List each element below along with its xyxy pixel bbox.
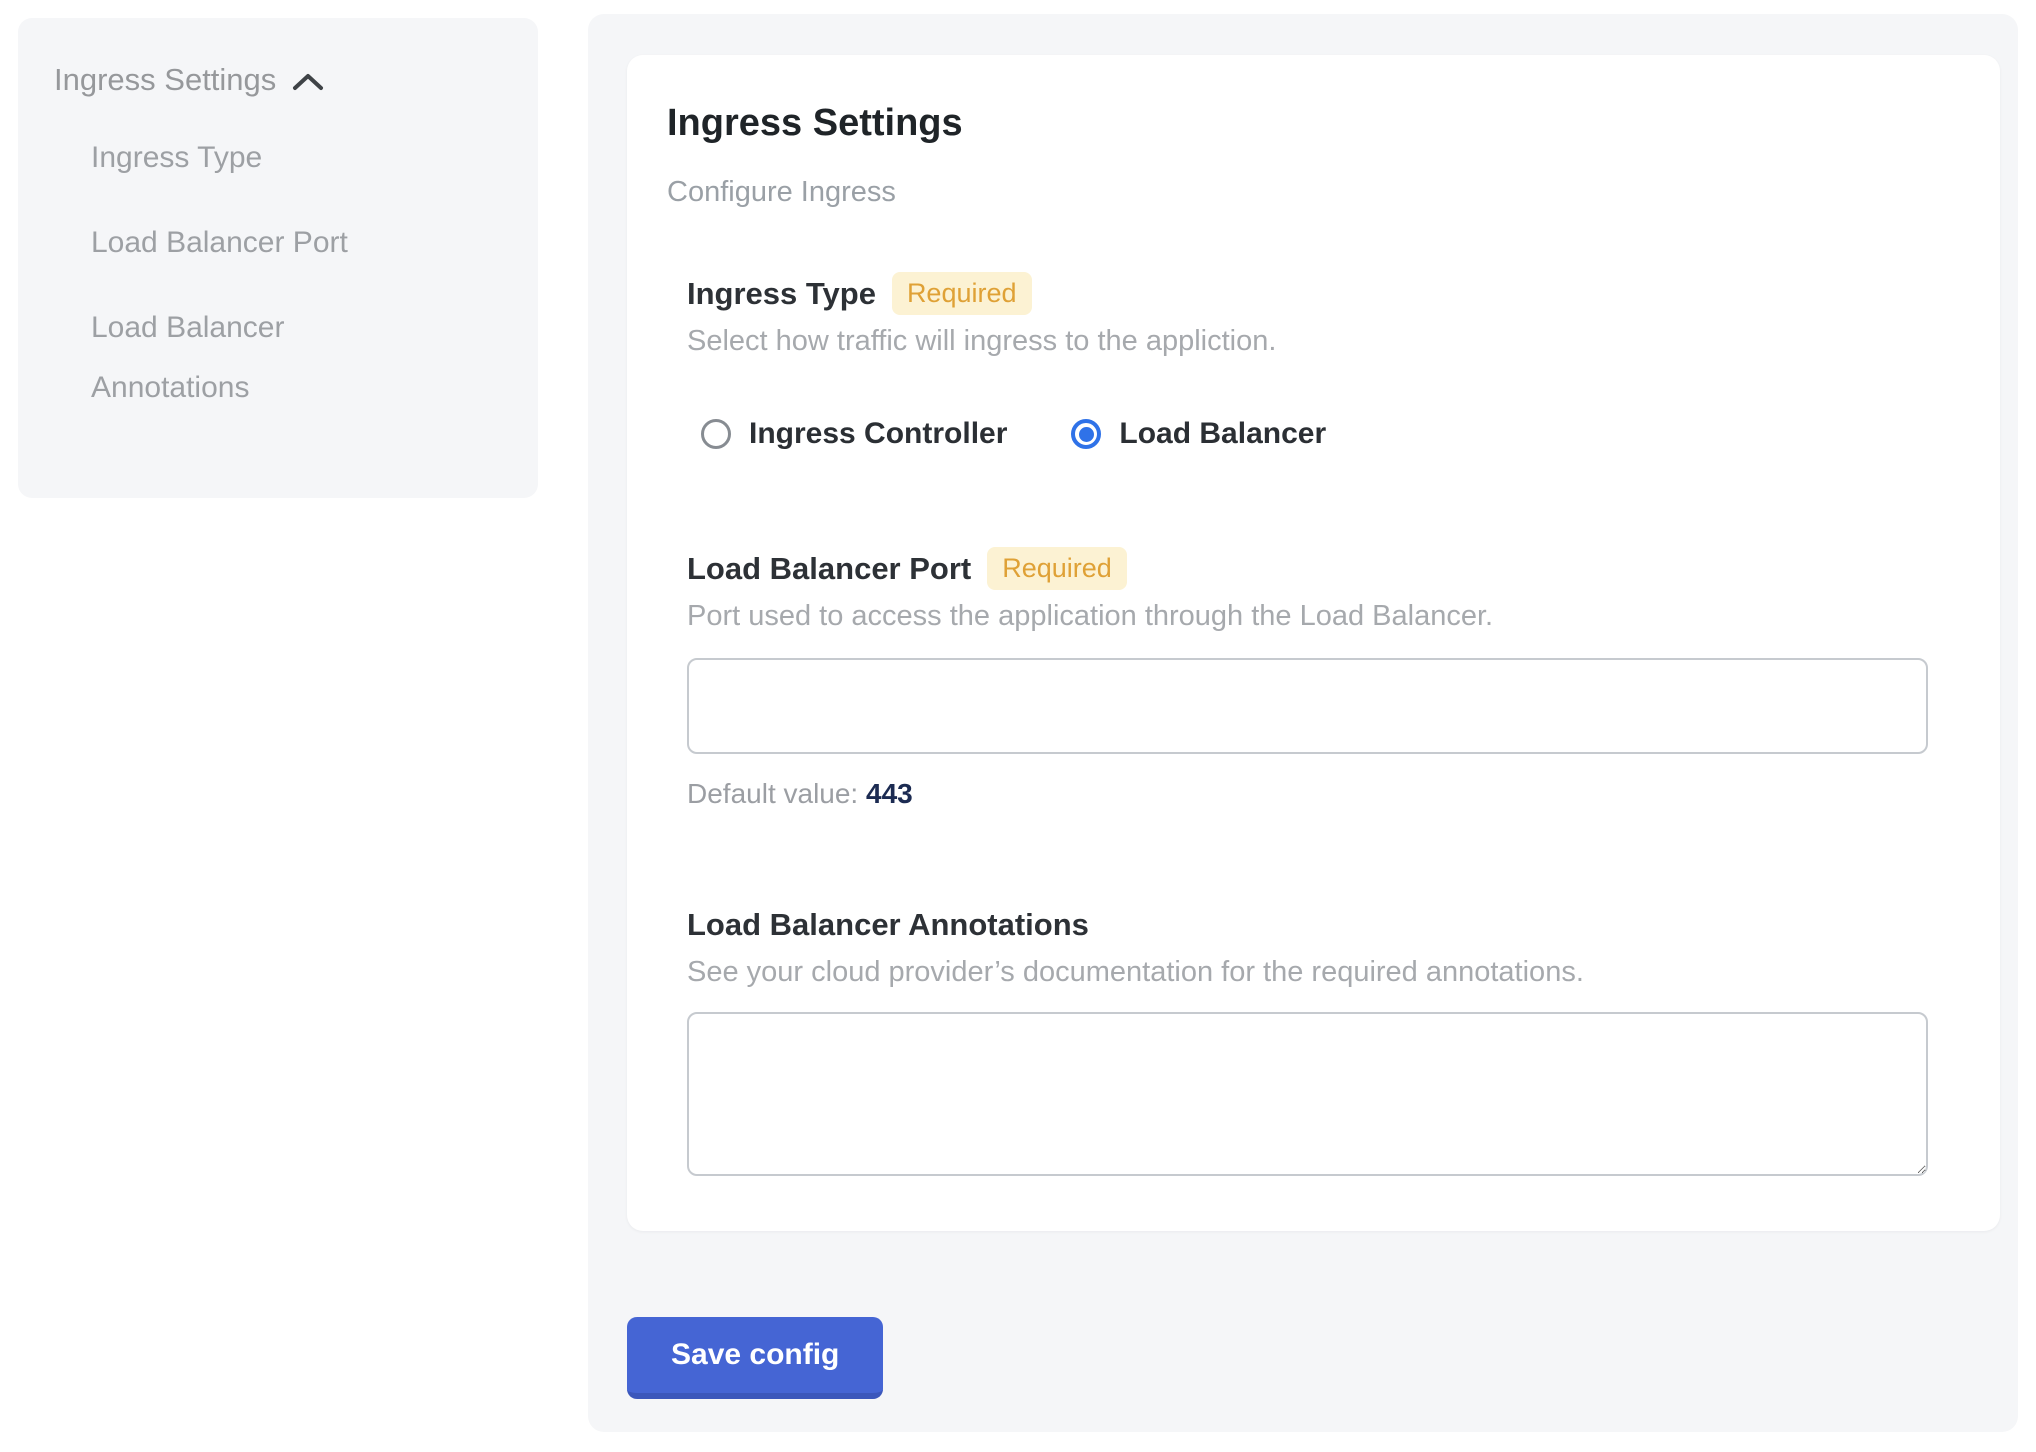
field-ingress-type: Ingress Type Required Select how traffic… bbox=[687, 272, 1960, 451]
field-head: Load Balancer Annotations bbox=[687, 904, 1960, 946]
load-balancer-annotations-textarea[interactable] bbox=[687, 1012, 1928, 1176]
radio-icon[interactable] bbox=[1071, 419, 1101, 449]
field-label-ingress-type: Ingress Type bbox=[687, 273, 876, 315]
field-load-balancer-annotations: Load Balancer Annotations See your cloud… bbox=[687, 904, 1960, 1176]
radio-label: Load Balancer bbox=[1119, 417, 1326, 451]
required-badge: Required bbox=[987, 547, 1127, 590]
page-subtitle: Configure Ingress bbox=[667, 174, 1960, 210]
field-description-load-balancer-annotations: See your cloud provider’s documentation … bbox=[687, 954, 1960, 990]
list-item: Load Balancer Annotations bbox=[91, 298, 502, 418]
field-description-ingress-type: Select how traffic will ingress to the a… bbox=[687, 323, 1960, 359]
settings-nav-sidebar: Ingress Settings Ingress Type Load Balan… bbox=[18, 18, 538, 498]
chevron-up-icon[interactable] bbox=[292, 72, 324, 92]
page-title: Ingress Settings bbox=[667, 100, 1960, 146]
default-value: 443 bbox=[866, 778, 913, 809]
radio-option-ingress-controller[interactable]: Ingress Controller bbox=[701, 417, 1007, 451]
sidebar-item-load-balancer-port[interactable]: Load Balancer Port bbox=[91, 213, 348, 273]
field-head: Ingress Type Required bbox=[687, 272, 1960, 315]
sidebar-item-load-balancer-annotations[interactable]: Load Balancer Annotations bbox=[91, 298, 421, 418]
list-item: Ingress Type bbox=[91, 128, 502, 188]
required-badge: Required bbox=[892, 272, 1032, 315]
radio-icon[interactable] bbox=[701, 419, 731, 449]
save-config-button[interactable]: Save config bbox=[627, 1317, 883, 1399]
field-head: Load Balancer Port Required bbox=[687, 547, 1960, 590]
radio-label: Ingress Controller bbox=[749, 417, 1007, 451]
sidebar-group-label: Ingress Settings bbox=[54, 58, 276, 102]
settings-panel: Ingress Settings Configure Ingress Ingre… bbox=[588, 14, 2018, 1432]
default-value-line: Default value: 443 bbox=[687, 776, 1960, 812]
radio-option-load-balancer[interactable]: Load Balancer bbox=[1071, 417, 1326, 451]
list-item: Load Balancer Port bbox=[91, 213, 502, 273]
sidebar-item-list: Ingress Type Load Balancer Port Load Bal… bbox=[54, 128, 502, 418]
sidebar-item-ingress-type[interactable]: Ingress Type bbox=[91, 128, 262, 188]
load-balancer-port-input[interactable] bbox=[687, 658, 1928, 754]
field-label-load-balancer-annotations: Load Balancer Annotations bbox=[687, 904, 1089, 946]
field-description-load-balancer-port: Port used to access the application thro… bbox=[687, 598, 1960, 634]
field-load-balancer-port: Load Balancer Port Required Port used to… bbox=[687, 547, 1960, 812]
ingress-settings-card: Ingress Settings Configure Ingress Ingre… bbox=[627, 55, 2000, 1231]
field-label-load-balancer-port: Load Balancer Port bbox=[687, 548, 971, 590]
ingress-type-radio-group: Ingress Controller Load Balancer bbox=[687, 417, 1960, 451]
sidebar-group-ingress-settings[interactable]: Ingress Settings bbox=[54, 58, 502, 102]
default-value-label: Default value: bbox=[687, 778, 858, 809]
